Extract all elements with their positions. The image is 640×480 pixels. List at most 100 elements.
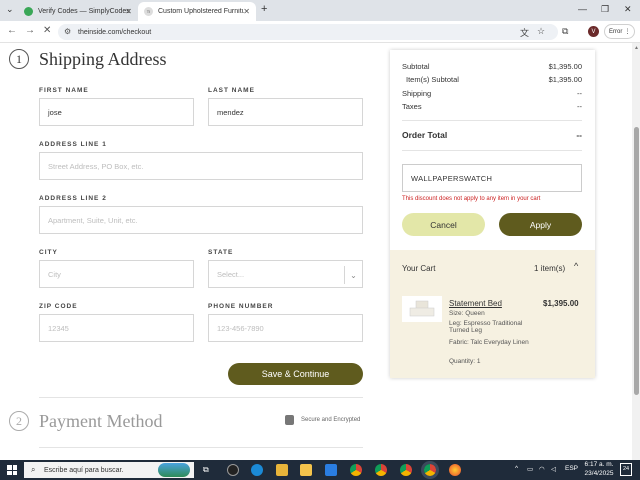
- close-tab-icon[interactable]: ✕: [125, 7, 132, 16]
- product-leg: Leg: Espresso Traditional Turned Leg: [449, 320, 523, 334]
- task-view-icon[interactable]: ⧉: [203, 465, 209, 475]
- maximize-icon[interactable]: ❐: [601, 4, 609, 15]
- cancel-discount-button[interactable]: Cancel: [402, 213, 485, 236]
- shipping-cost-label: Shipping: [402, 89, 432, 98]
- star-icon[interactable]: ☆: [537, 26, 545, 37]
- order-total-row: Order Total --: [402, 130, 582, 140]
- translate-icon[interactable]: 文: [520, 26, 529, 39]
- simplycodes-favicon-icon: [24, 7, 33, 16]
- taskbar-search-placeholder: Escribe aquí para buscar.: [44, 466, 124, 474]
- last-name-label: LAST NAME: [208, 87, 255, 94]
- tray-chevron-up-icon[interactable]: ^: [515, 465, 518, 472]
- state-select-value: Select...: [217, 269, 245, 279]
- new-tab-icon[interactable]: +: [261, 3, 267, 15]
- app-icon[interactable]: [276, 464, 288, 476]
- browser-tab-strip: Verify Codes — SimplyCodes ✕ TI Custom U…: [0, 0, 640, 21]
- items-subtotal-row: Item(s) Subtotal $1,395.00: [402, 75, 582, 84]
- chrome-active-icon[interactable]: [421, 461, 439, 479]
- clock-date[interactable]: 23/4/2025: [583, 470, 615, 477]
- order-summary-panel: Subtotal $1,395.00 Item(s) Subtotal $1,3…: [390, 50, 595, 378]
- close-tab-icon[interactable]: ✕: [243, 7, 250, 16]
- extensions-icon[interactable]: ⧉: [562, 26, 568, 37]
- items-subtotal-value: $1,395.00: [548, 75, 582, 84]
- wifi-icon[interactable]: ◠: [539, 465, 545, 473]
- chrome-icon[interactable]: [350, 464, 362, 476]
- zip-code-field[interactable]: 12345: [39, 314, 194, 342]
- state-label: STATE: [208, 249, 234, 256]
- order-total-label: Order Total: [402, 130, 448, 140]
- taxes-label: Taxes: [402, 102, 422, 111]
- subtotal-label: Subtotal: [402, 62, 430, 71]
- network-icon[interactable]: ▭: [527, 465, 533, 473]
- search-highlight-image[interactable]: [158, 463, 190, 477]
- first-name-label: FIRST NAME: [39, 87, 89, 94]
- forward-icon[interactable]: →: [25, 25, 35, 36]
- summary-divider: [402, 150, 582, 151]
- address-line-2-label: ADDRESS LINE 2: [39, 195, 107, 202]
- firefox-icon[interactable]: [449, 464, 461, 476]
- error-chip[interactable]: Error ⋮: [604, 24, 636, 39]
- product-fabric: Fabric: Talc Everyday Linen: [449, 339, 529, 346]
- address-line-1-field[interactable]: Street Address, PO Box, etc.: [39, 152, 363, 180]
- tab-title: Custom Upholstered Furniture: [158, 8, 244, 15]
- address-bar[interactable]: ⚙ theinside.com/checkout: [58, 24, 558, 40]
- product-thumbnail[interactable]: [402, 296, 442, 322]
- shipping-cost-value: --: [577, 89, 582, 98]
- city-label: CITY: [39, 249, 58, 256]
- media-player-icon[interactable]: [227, 464, 239, 476]
- subtotal-value: $1,395.00: [548, 62, 582, 71]
- items-subtotal-label: Item(s) Subtotal: [406, 75, 459, 84]
- discount-error-message: This discount does not apply to any item…: [402, 196, 541, 202]
- scroll-up-icon[interactable]: ▲: [634, 45, 639, 51]
- page-scrollbar-thumb[interactable]: [634, 127, 639, 395]
- lock-icon: [285, 415, 294, 425]
- tab-theinside[interactable]: TI Custom Upholstered Furniture ✕: [138, 2, 256, 21]
- store-icon[interactable]: [325, 464, 337, 476]
- product-quantity: Quantity: 1: [449, 358, 481, 365]
- window-close-icon[interactable]: ✕: [624, 4, 632, 15]
- chrome-icon[interactable]: [400, 464, 412, 476]
- back-icon[interactable]: ←: [7, 25, 17, 36]
- taskbar-search-box[interactable]: ⌕ Escribe aquí para buscar.: [24, 462, 194, 478]
- language-indicator[interactable]: ESP: [565, 465, 578, 472]
- address-line-2-field[interactable]: Apartment, Suite, Unit, etc.: [39, 206, 363, 234]
- state-select[interactable]: Select... ⌄: [208, 260, 363, 288]
- clock-time[interactable]: 6:17 a. m.: [583, 461, 615, 468]
- apply-discount-button[interactable]: Apply: [499, 213, 582, 236]
- error-chip-label: Error: [609, 28, 623, 35]
- minimize-icon[interactable]: —: [578, 4, 587, 14]
- phone-number-label: PHONE NUMBER: [208, 303, 274, 310]
- product-size: Size: Queen: [449, 310, 485, 317]
- first-name-field[interactable]: jose: [39, 98, 194, 126]
- zip-code-label: ZIP CODE: [39, 303, 78, 310]
- tab-search-icon[interactable]: ⌄: [6, 4, 14, 15]
- browser-toolbar: ← → ✕ ⚙ theinside.com/checkout 文 ☆ ⧉ ⋮: [0, 21, 640, 43]
- step-number-2: 2: [9, 411, 29, 431]
- save-continue-button[interactable]: Save & Continue: [228, 363, 363, 385]
- windows-start-icon[interactable]: [7, 465, 17, 475]
- city-field[interactable]: City: [39, 260, 194, 288]
- chrome-icon[interactable]: [375, 464, 387, 476]
- tab-simplycodes[interactable]: Verify Codes — SimplyCodes ✕: [18, 2, 138, 21]
- taxes-value: --: [577, 102, 582, 111]
- your-cart-title: Your Cart: [402, 264, 436, 273]
- edge-icon[interactable]: [251, 464, 263, 476]
- notification-icon[interactable]: 24: [620, 463, 632, 476]
- summary-divider: [402, 120, 582, 121]
- profile-avatar[interactable]: V: [588, 26, 599, 37]
- phone-number-field[interactable]: 123-456-7890: [208, 314, 363, 342]
- taxes-row: Taxes --: [402, 102, 582, 111]
- section-divider: [39, 447, 363, 448]
- file-explorer-icon[interactable]: [300, 464, 312, 476]
- cart-item-count: 1 item(s): [534, 264, 566, 273]
- tab-title: Verify Codes — SimplyCodes: [38, 8, 130, 15]
- address-line-1-label: ADDRESS LINE 1: [39, 141, 107, 148]
- chevron-up-icon[interactable]: ^: [574, 261, 578, 271]
- stop-icon[interactable]: ✕: [43, 25, 51, 36]
- last-name-field[interactable]: mendez: [208, 98, 363, 126]
- tune-icon[interactable]: ⚙: [64, 27, 71, 36]
- product-name-link[interactable]: Statement Bed: [449, 299, 502, 308]
- chevron-down-icon[interactable]: ⌄: [344, 266, 362, 284]
- volume-icon[interactable]: ◁: [551, 465, 556, 473]
- discount-code-input[interactable]: WALLPAPERSWATCH: [402, 164, 582, 192]
